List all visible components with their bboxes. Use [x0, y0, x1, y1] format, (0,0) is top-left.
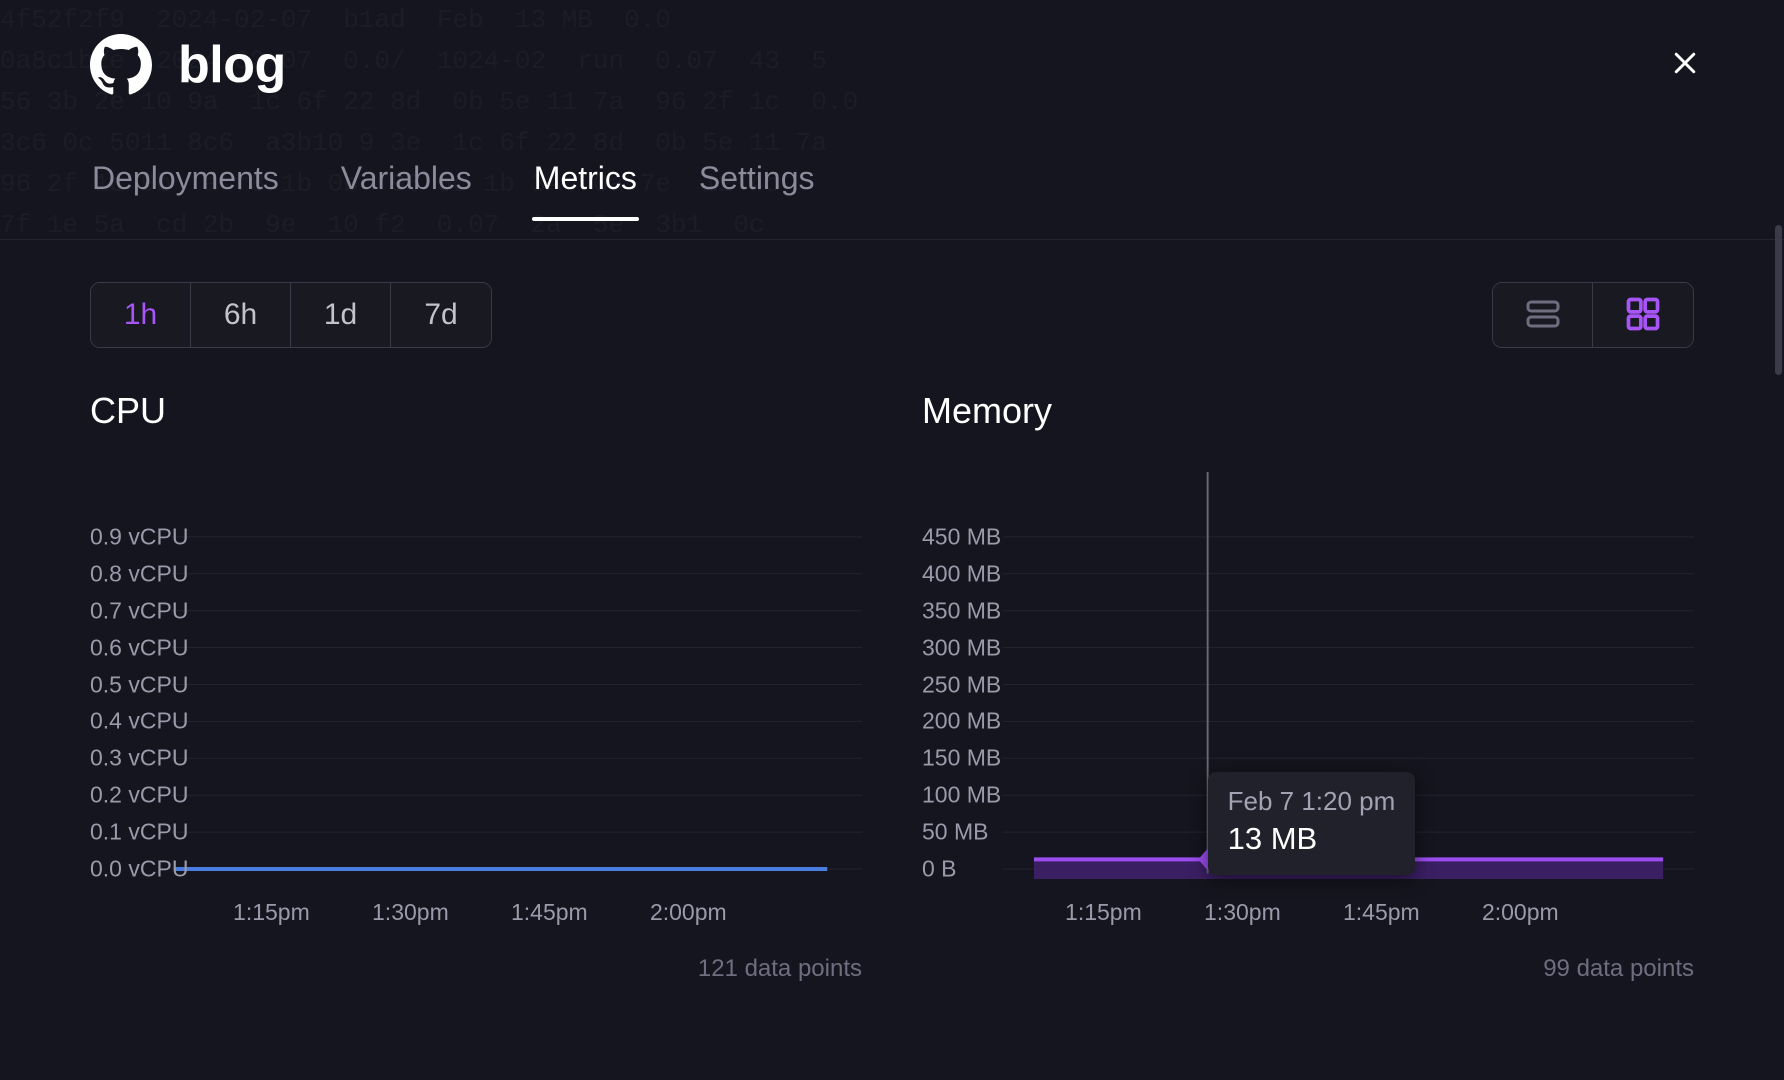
x-axis-tick: 1:30pm	[1204, 899, 1281, 925]
memory-gridlines	[1003, 536, 1694, 870]
grid-view-button[interactable]	[1593, 283, 1693, 347]
x-axis-tick: 1:15pm	[1065, 899, 1142, 925]
time-range-1d[interactable]: 1d	[291, 283, 391, 347]
time-range-selector: 1h 6h 1d 7d	[90, 282, 492, 348]
cpu-chart-card: CPU 0.9 vCPU 0.8 vCPU 0.7 vCPU 0.6 vCPU 0.5 …	[90, 348, 862, 983]
cpu-x-axis-labels: 1:15pm 1:30pm 1:45pm 2:00pm	[90, 891, 862, 945]
x-axis-tick: 1:45pm	[1342, 899, 1420, 925]
cpu-plot[interactable]: 0.9 vCPU 0.8 vCPU 0.7 vCPU 0.6 vCPU 0.5 vCPU…	[90, 472, 862, 887]
x-axis-tick: 1:15pm	[233, 899, 310, 925]
controls-row: 1h 6h 1d 7d	[0, 240, 1784, 348]
memory-plot[interactable]: 450 MB 400 MB 350 MB 300 MB 250 MB 200 MB 150 …	[922, 472, 1694, 887]
memory-series-area	[1033, 859, 1664, 879]
x-axis-tick: 1:45pm	[510, 899, 588, 925]
time-range-6h[interactable]: 6h	[191, 283, 291, 347]
tab-deployments[interactable]: Deployments	[90, 130, 281, 221]
panel-header: blog	[0, 0, 1784, 130]
list-view-icon	[1525, 299, 1561, 332]
list-view-button[interactable]	[1493, 283, 1593, 347]
x-axis-tick: 2:00pm	[1481, 899, 1559, 925]
view-mode-toggle	[1492, 282, 1694, 348]
close-button[interactable]	[1661, 40, 1709, 88]
time-range-1h[interactable]: 1h	[91, 283, 191, 347]
x-axis-tick: 1:30pm	[372, 899, 449, 925]
time-range-7d[interactable]: 7d	[391, 283, 491, 347]
cpu-plot-svg	[171, 536, 862, 871]
cpu-data-points-label: 121 data points	[697, 955, 862, 982]
memory-chart-card: Memory 450 MB 400 MB 350 MB 300 MB 250 MB 200…	[922, 348, 1694, 983]
x-axis-tick: 2:00pm	[649, 899, 727, 925]
github-logo-icon	[90, 34, 152, 96]
metrics-panel: 4f52f2f9 2024-02-07 b1ad Feb 13 MB 0.0 0…	[0, 0, 1784, 1080]
memory-data-points-label: 99 data points	[1543, 955, 1694, 982]
memory-chart-title: Memory	[922, 390, 1053, 431]
tab-settings[interactable]: Settings	[697, 130, 817, 221]
cpu-gridlines	[171, 536, 862, 870]
title-group: blog	[90, 34, 286, 96]
cpu-chart-title: CPU	[90, 390, 167, 431]
grid-view-icon	[1626, 297, 1660, 334]
scrollbar-thumb[interactable]	[1775, 225, 1782, 375]
close-icon	[1670, 48, 1700, 81]
tab-metrics[interactable]: Metrics	[531, 130, 639, 221]
charts-grid: CPU 0.9 vCPU 0.8 vCPU 0.7 vCPU 0.6 vCPU 0.5 …	[0, 348, 1784, 983]
page-title: blog	[178, 36, 286, 94]
memory-x-axis-labels: 1:15pm 1:30pm 1:45pm 2:00pm	[922, 891, 1694, 945]
tab-bar: Deployments Variables Metrics Settings	[0, 130, 1784, 240]
tab-variables[interactable]: Variables	[339, 130, 474, 221]
memory-plot-svg	[1003, 472, 1694, 879]
